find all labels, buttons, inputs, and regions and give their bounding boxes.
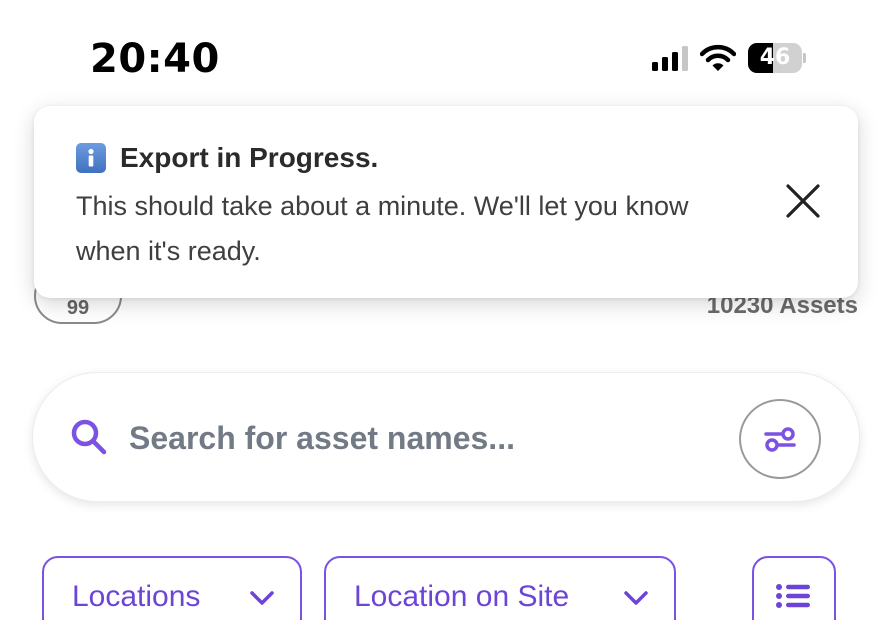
chevron-down-icon <box>250 591 274 605</box>
status-time: 20:40 <box>90 36 220 82</box>
locations-dropdown[interactable]: Locations <box>42 556 302 620</box>
locations-label: Locations <box>72 580 201 613</box>
close-button[interactable] <box>780 178 826 224</box>
location-on-site-label: Location on Site <box>354 580 570 613</box>
search-icon <box>71 419 107 455</box>
filter-button[interactable] <box>739 399 821 479</box>
info-icon <box>76 143 106 173</box>
list-view-button[interactable] <box>752 556 836 620</box>
list-icon <box>776 584 810 608</box>
status-bar: 20:40 46 <box>0 0 888 100</box>
cellular-signal-icon <box>652 45 688 71</box>
app-screen: 20:40 46 99 10230 Assets Export in Progr… <box>0 0 888 620</box>
wifi-icon <box>700 44 736 71</box>
location-on-site-dropdown[interactable]: Location on Site <box>324 556 676 620</box>
toast-title-row: Export in Progress. <box>76 142 378 174</box>
export-toast: Export in Progress. This should take abo… <box>34 106 858 298</box>
battery-icon: 46 <box>748 43 806 73</box>
chevron-down-icon <box>624 591 648 605</box>
toast-message: This should take about a minute. We'll l… <box>76 191 689 266</box>
toast-title: Export in Progress. <box>120 142 379 173</box>
close-icon <box>786 184 820 218</box>
sliders-icon <box>764 427 796 452</box>
search-input[interactable] <box>129 411 709 465</box>
status-icons: 46 <box>652 42 806 74</box>
battery-level: 46 <box>759 45 791 70</box>
search-bar <box>32 372 860 502</box>
